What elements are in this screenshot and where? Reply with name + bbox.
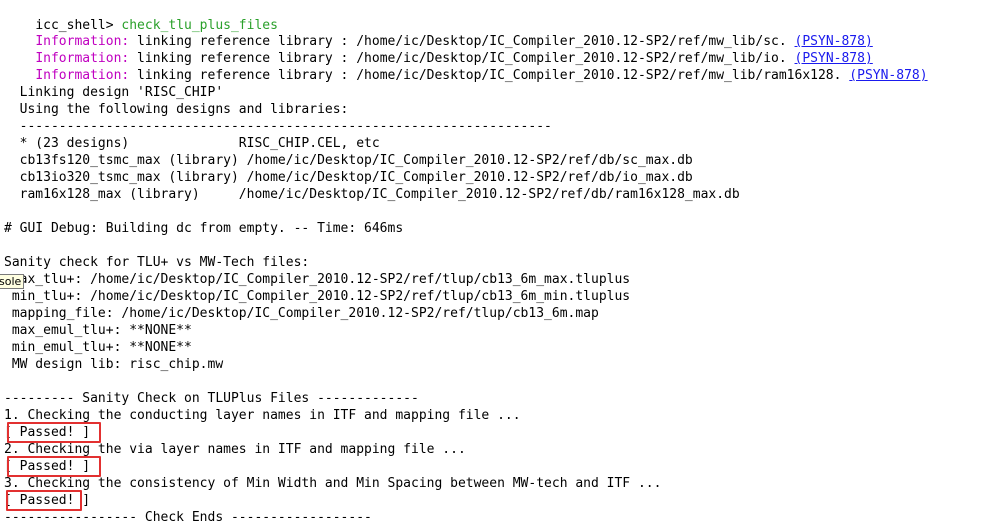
gui-debug-line: # GUI Debug: Building dc from empty. -- …	[4, 221, 404, 236]
info-text: linking reference library : /home/ic/Des…	[129, 68, 850, 83]
console-tooltip: sole	[0, 274, 25, 289]
linking-title: Linking design 'RISC_CHIP'	[4, 85, 224, 100]
sanity-row: MW design lib: risc_chip.mw	[4, 357, 224, 372]
linking-row: ram16x128_max (library) /home/ic/Desktop…	[4, 187, 740, 202]
linking-row: cb13fs120_tsmc_max (library) /home/ic/De…	[4, 153, 693, 168]
linking-row: * (23 designs) RISC_CHIP.CEL, etc	[4, 136, 380, 151]
check-header: --------- Sanity Check on TLUPlus Files …	[4, 391, 419, 406]
check-footer: ----------------- Check Ends -----------…	[4, 510, 372, 525]
sanity-row: max_tlu+: /home/ic/Desktop/IC_Compiler_2…	[4, 272, 631, 287]
psyn-878-link[interactable]: (PSYN-878)	[849, 68, 927, 83]
sanity-header: Sanity check for TLU+ vs MW-Tech files:	[4, 255, 310, 270]
check-step-3: 3. Checking the consistency of Min Width…	[4, 476, 662, 491]
info-label: Information:	[35, 68, 130, 83]
passed-highlight-box	[6, 490, 82, 511]
console-output[interactable]: icc_shell> check_tlu_plus_files Informat…	[4, 0, 1004, 527]
sanity-row: max_emul_tlu+: **NONE**	[4, 323, 192, 338]
info-line: Information: linking reference library :…	[4, 50, 927, 83]
passed-highlight-box	[7, 422, 101, 443]
linking-row: cb13io320_tsmc_max (library) /home/ic/De…	[4, 170, 693, 185]
info-line: Information: linking reference library :…	[4, 33, 872, 66]
command-line: icc_shell> check_tlu_plus_files	[4, 0, 278, 33]
passed-highlight-box	[7, 456, 101, 477]
linking-separator: ----------------------------------------…	[4, 119, 552, 134]
sanity-row: min_emul_tlu+: **NONE**	[4, 340, 192, 355]
sanity-row: min_tlu+: /home/ic/Desktop/IC_Compiler_2…	[4, 289, 631, 304]
info-line: Information: linking reference library :…	[4, 16, 872, 49]
sanity-row: mapping_file: /home/ic/Desktop/IC_Compil…	[4, 306, 599, 321]
linking-using: Using the following designs and librarie…	[4, 102, 349, 117]
